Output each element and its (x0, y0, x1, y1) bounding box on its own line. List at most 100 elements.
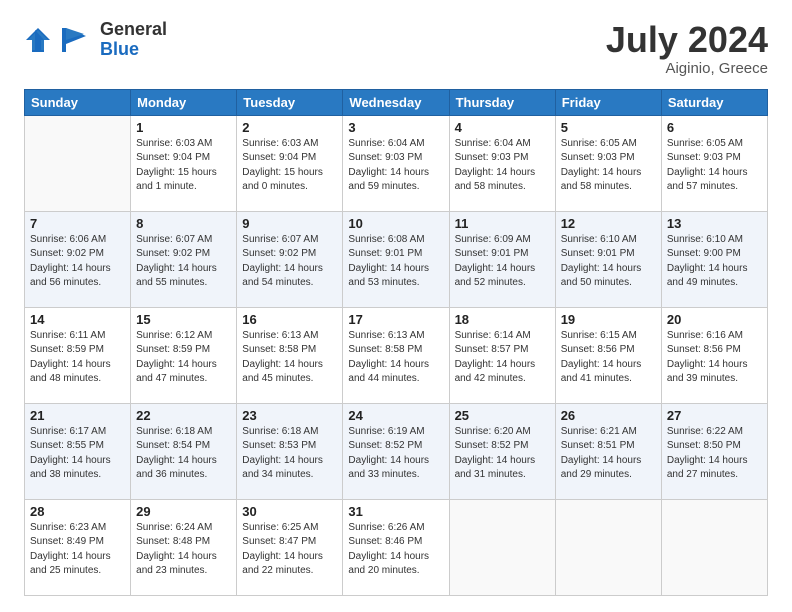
day-number: 18 (455, 312, 550, 327)
day-number: 29 (136, 504, 231, 519)
weekday-header: Saturday (661, 89, 767, 115)
day-number: 12 (561, 216, 656, 231)
calendar-day-cell: 22 Sunrise: 6:18 AMSunset: 8:54 PMDayligh… (131, 403, 237, 499)
calendar-day-cell: 9 Sunrise: 6:07 AMSunset: 9:02 PMDaylight… (237, 211, 343, 307)
calendar-day-cell: 2 Sunrise: 6:03 AMSunset: 9:04 PMDaylight… (237, 115, 343, 211)
sun-info: Sunrise: 6:08 AMSunset: 9:01 PMDaylight:… (348, 233, 443, 291)
sun-info: Sunrise: 6:03 AMSunset: 9:04 PMDaylight:… (242, 137, 337, 195)
calendar-day-cell: 30 Sunrise: 6:25 AMSunset: 8:47 PMDayligh… (237, 499, 343, 595)
calendar-day-cell: 31Sunrise: 6:26 AMSunset: 8:46 PMDayligh… (343, 499, 449, 595)
day-number: 20 (667, 312, 762, 327)
day-number: 7 (30, 216, 125, 231)
calendar-week-row: 14 Sunrise: 6:11 AMSunset: 8:59 PMDayligh… (25, 307, 768, 403)
day-number: 9 (242, 216, 337, 231)
calendar-day-cell: 7 Sunrise: 6:06 AMSunset: 9:02 PMDaylight… (25, 211, 131, 307)
sun-info: Sunrise: 6:11 AMSunset: 8:59 PMDaylight:… (30, 329, 125, 387)
logo-general: General (100, 20, 167, 40)
sun-info: Sunrise: 6:16 AMSunset: 8:56 PMDaylight:… (667, 329, 762, 387)
sun-info: Sunrise: 6:14 AMSunset: 8:57 PMDaylight:… (455, 329, 550, 387)
sun-info: Sunrise: 6:05 AMSunset: 9:03 PMDaylight:… (667, 137, 762, 195)
day-number: 10 (348, 216, 443, 231)
day-number: 11 (455, 216, 550, 231)
day-number: 1 (136, 120, 231, 135)
day-number: 15 (136, 312, 231, 327)
day-number: 30 (242, 504, 337, 519)
calendar-day-cell: 10 Sunrise: 6:08 AMSunset: 9:01 PMDayligh… (343, 211, 449, 307)
day-number: 6 (667, 120, 762, 135)
weekday-header: Thursday (449, 89, 555, 115)
sun-info: Sunrise: 6:21 AMSunset: 8:51 PMDaylight:… (561, 425, 656, 483)
sun-info: Sunrise: 6:19 AMSunset: 8:52 PMDaylight:… (348, 425, 443, 483)
logo: General Blue (24, 20, 167, 60)
day-number: 24 (348, 408, 443, 423)
day-number: 26 (561, 408, 656, 423)
sun-info: Sunrise: 6:04 AMSunset: 9:03 PMDaylight:… (348, 137, 443, 195)
calendar-day-cell: 13Sunrise: 6:10 AMSunset: 9:00 PMDayligh… (661, 211, 767, 307)
calendar-day-cell (449, 499, 555, 595)
calendar-day-cell (25, 115, 131, 211)
day-number: 25 (455, 408, 550, 423)
calendar-day-cell: 14 Sunrise: 6:11 AMSunset: 8:59 PMDayligh… (25, 307, 131, 403)
sun-info: Sunrise: 6:25 AMSunset: 8:47 PMDaylight:… (242, 521, 337, 579)
calendar-week-row: 28Sunrise: 6:23 AMSunset: 8:49 PMDayligh… (25, 499, 768, 595)
sun-info: Sunrise: 6:18 AMSunset: 8:54 PMDaylight:… (136, 425, 231, 483)
day-number: 23 (242, 408, 337, 423)
calendar-day-cell: 29 Sunrise: 6:24 AMSunset: 8:48 PMDayligh… (131, 499, 237, 595)
sun-info: Sunrise: 6:15 AMSunset: 8:56 PMDaylight:… (561, 329, 656, 387)
calendar-day-cell: 23 Sunrise: 6:18 AMSunset: 8:53 PMDayligh… (237, 403, 343, 499)
day-number: 8 (136, 216, 231, 231)
calendar-day-cell: 4Sunrise: 6:04 AMSunset: 9:03 PMDaylight… (449, 115, 555, 211)
calendar-day-cell: 20 Sunrise: 6:16 AMSunset: 8:56 PMDayligh… (661, 307, 767, 403)
sun-info: Sunrise: 6:13 AMSunset: 8:58 PMDaylight:… (348, 329, 443, 387)
month-title: July 2024 (606, 20, 768, 60)
calendar-day-cell: 26 Sunrise: 6:21 AMSunset: 8:51 PMDayligh… (555, 403, 661, 499)
calendar-day-cell: 19Sunrise: 6:15 AMSunset: 8:56 PMDayligh… (555, 307, 661, 403)
weekday-header: Wednesday (343, 89, 449, 115)
calendar-day-cell: 1 Sunrise: 6:03 AMSunset: 9:04 PMDaylight… (131, 115, 237, 211)
day-number: 31 (348, 504, 443, 519)
day-number: 17 (348, 312, 443, 327)
sun-info: Sunrise: 6:17 AMSunset: 8:55 PMDaylight:… (30, 425, 125, 483)
sun-info: Sunrise: 6:03 AMSunset: 9:04 PMDaylight:… (136, 137, 231, 195)
day-number: 22 (136, 408, 231, 423)
day-number: 2 (242, 120, 337, 135)
calendar-day-cell: 27Sunrise: 6:22 AMSunset: 8:50 PMDayligh… (661, 403, 767, 499)
logo-icon (24, 26, 52, 54)
calendar-day-cell: 6 Sunrise: 6:05 AMSunset: 9:03 PMDaylight… (661, 115, 767, 211)
logo-text: General Blue (100, 20, 167, 60)
day-number: 14 (30, 312, 125, 327)
calendar-day-cell: 21 Sunrise: 6:17 AMSunset: 8:55 PMDayligh… (25, 403, 131, 499)
day-number: 21 (30, 408, 125, 423)
sun-info: Sunrise: 6:06 AMSunset: 9:02 PMDaylight:… (30, 233, 125, 291)
calendar-day-cell: 8 Sunrise: 6:07 AMSunset: 9:02 PMDaylight… (131, 211, 237, 307)
calendar-day-cell: 16 Sunrise: 6:13 AMSunset: 8:58 PMDayligh… (237, 307, 343, 403)
location-subtitle: Aiginio, Greece (606, 60, 768, 77)
calendar-day-cell: 24 Sunrise: 6:19 AMSunset: 8:52 PMDayligh… (343, 403, 449, 499)
calendar-week-row: 21 Sunrise: 6:17 AMSunset: 8:55 PMDayligh… (25, 403, 768, 499)
sun-info: Sunrise: 6:07 AMSunset: 9:02 PMDaylight:… (242, 233, 337, 291)
calendar-day-cell: 11 Sunrise: 6:09 AMSunset: 9:01 PMDayligh… (449, 211, 555, 307)
calendar-week-row: 1 Sunrise: 6:03 AMSunset: 9:04 PMDaylight… (25, 115, 768, 211)
calendar-day-cell: 5Sunrise: 6:05 AMSunset: 9:03 PMDaylight… (555, 115, 661, 211)
logo-blue: Blue (100, 40, 167, 60)
day-number: 16 (242, 312, 337, 327)
weekday-header: Sunday (25, 89, 131, 115)
weekday-header: Friday (555, 89, 661, 115)
sun-info: Sunrise: 6:18 AMSunset: 8:53 PMDaylight:… (242, 425, 337, 483)
logo-graphic (56, 22, 96, 58)
calendar-day-cell: 18 Sunrise: 6:14 AMSunset: 8:57 PMDayligh… (449, 307, 555, 403)
calendar-day-cell: 17 Sunrise: 6:13 AMSunset: 8:58 PMDayligh… (343, 307, 449, 403)
calendar-day-cell: 15 Sunrise: 6:12 AMSunset: 8:59 PMDayligh… (131, 307, 237, 403)
calendar-day-cell (661, 499, 767, 595)
calendar-week-row: 7 Sunrise: 6:06 AMSunset: 9:02 PMDaylight… (25, 211, 768, 307)
day-number: 28 (30, 504, 125, 519)
sun-info: Sunrise: 6:07 AMSunset: 9:02 PMDaylight:… (136, 233, 231, 291)
calendar-day-cell: 12Sunrise: 6:10 AMSunset: 9:01 PMDayligh… (555, 211, 661, 307)
sun-info: Sunrise: 6:24 AMSunset: 8:48 PMDaylight:… (136, 521, 231, 579)
calendar-header-row: SundayMondayTuesdayWednesdayThursdayFrid… (25, 89, 768, 115)
sun-info: Sunrise: 6:12 AMSunset: 8:59 PMDaylight:… (136, 329, 231, 387)
sun-info: Sunrise: 6:09 AMSunset: 9:01 PMDaylight:… (455, 233, 550, 291)
sun-info: Sunrise: 6:13 AMSunset: 8:58 PMDaylight:… (242, 329, 337, 387)
calendar-table: SundayMondayTuesdayWednesdayThursdayFrid… (24, 89, 768, 596)
day-number: 4 (455, 120, 550, 135)
